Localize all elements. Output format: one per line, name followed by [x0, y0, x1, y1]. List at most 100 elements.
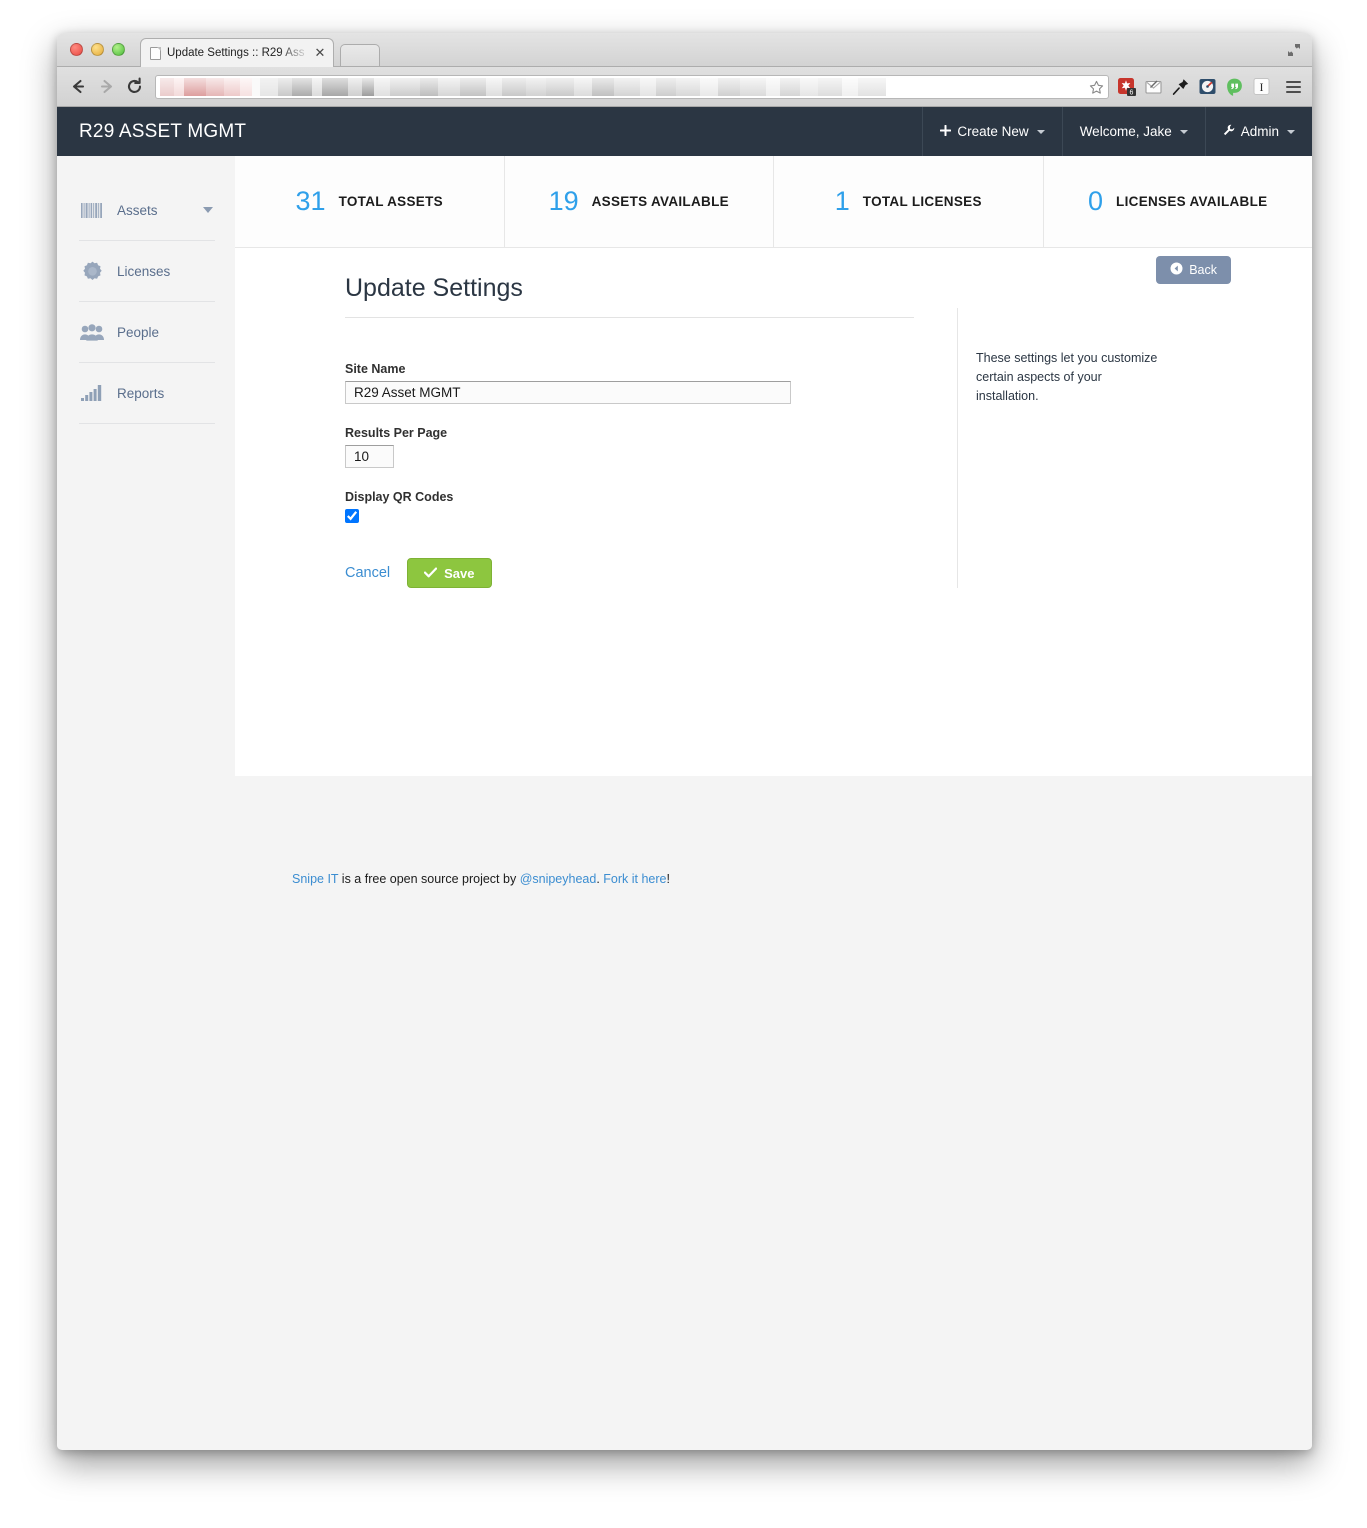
stat-licenses-available-value: 0	[1088, 186, 1104, 216]
barcode-icon	[79, 202, 105, 218]
form-actions: Cancel Save	[345, 558, 957, 588]
sidebar-item-assets[interactable]: Assets	[79, 180, 215, 241]
title-divider	[345, 317, 914, 318]
close-window-button[interactable]	[70, 43, 83, 56]
address-bar[interactable]	[155, 74, 1109, 99]
footer-text-1: is a free open source project by	[338, 872, 520, 886]
browser-titlebar: Update Settings :: R29 Ass ✕	[57, 33, 1312, 67]
browser-forward-icon[interactable]	[93, 74, 119, 100]
bookmark-star-icon[interactable]	[1086, 78, 1106, 98]
footer-text-3: !	[666, 872, 670, 886]
nav-user-menu-label: Welcome, Jake	[1079, 124, 1172, 139]
site-name-label: Site Name	[345, 362, 406, 376]
speedtest-extension-icon[interactable]	[1198, 77, 1218, 97]
stat-assets-available[interactable]: 19 ASSETS AVAILABLE	[505, 156, 774, 247]
stat-total-licenses-label: TOTAL LICENSES	[862, 194, 982, 209]
page-body: Assets Licenses People Reports 31 TOTAL …	[57, 156, 1312, 886]
stats-bar: 31 TOTAL ASSETS 19 ASSETS AVAILABLE 1 TO…	[235, 156, 1312, 248]
plus-icon	[940, 124, 952, 139]
sidebar-item-people-label: People	[117, 324, 160, 340]
window-traffic-lights	[70, 43, 125, 56]
save-button[interactable]: Save	[407, 558, 492, 588]
browser-tab[interactable]: Update Settings :: R29 Ass ✕	[140, 38, 334, 67]
wrench-icon	[1223, 124, 1235, 139]
chevron-down-icon[interactable]	[203, 207, 213, 213]
app-navbar: R29 ASSET MGMT Create New Welcome, Jake	[57, 107, 1312, 156]
sidebar-item-assets-label: Assets	[117, 202, 158, 218]
app-brand[interactable]: R29 ASSET MGMT	[57, 107, 922, 156]
browser-back-icon[interactable]	[65, 74, 91, 100]
adblock-extension-icon[interactable]: 6	[1117, 77, 1137, 97]
results-per-page-input[interactable]	[345, 445, 394, 468]
chevron-down-icon	[1179, 129, 1188, 134]
new-tab-button[interactable]	[340, 44, 380, 66]
settings-help-text: These settings let you customize certain…	[976, 350, 1158, 404]
display-qr-codes-checkbox[interactable]	[345, 509, 359, 523]
bar-chart-icon	[79, 385, 105, 401]
content-column: 31 TOTAL ASSETS 19 ASSETS AVAILABLE 1 TO…	[235, 156, 1312, 886]
footer-link-snipe-it[interactable]: Snipe IT	[292, 872, 338, 886]
nav-user-menu[interactable]: Welcome, Jake	[1061, 107, 1205, 156]
page-title: Update Settings	[345, 274, 523, 302]
cancel-link[interactable]: Cancel	[345, 565, 390, 581]
people-group-icon	[79, 323, 105, 341]
extension-icons: 6 I	[1117, 77, 1274, 97]
browser-menu-icon[interactable]	[1282, 76, 1304, 98]
browser-window: Update Settings :: R29 Ass ✕ 6 I R29 ASS…	[57, 33, 1312, 1450]
field-display-qr-codes: Display QR Codes	[345, 490, 957, 528]
results-per-page-label: Results Per Page	[345, 426, 448, 440]
arrow-left-circle-icon	[1170, 262, 1183, 278]
stat-assets-available-label: ASSETS AVAILABLE	[591, 194, 729, 209]
back-button[interactable]: Back	[1156, 256, 1231, 284]
stat-licenses-available-label: LICENSES AVAILABLE	[1116, 194, 1268, 209]
site-name-input[interactable]	[345, 381, 791, 404]
field-site-name: Site Name	[345, 362, 957, 404]
instapaper-extension-icon[interactable]: I	[1252, 77, 1272, 97]
nav-create-new[interactable]: Create New	[922, 107, 1061, 156]
hangouts-extension-icon[interactable]	[1225, 77, 1245, 97]
certificate-icon	[79, 261, 105, 282]
check-icon	[424, 566, 438, 581]
close-tab-icon[interactable]: ✕	[313, 46, 327, 60]
pushpin-extension-icon[interactable]	[1171, 77, 1191, 97]
footer-link-snipeyhead[interactable]: @snipeyhead	[520, 872, 597, 886]
footer-link-fork[interactable]: Fork it here	[603, 872, 666, 886]
sidebar-item-reports-label: Reports	[117, 385, 165, 401]
display-qr-codes-label: Display QR Codes	[345, 490, 454, 504]
settings-card: Back Update Settings Site Name Results	[235, 248, 1312, 776]
browser-reload-icon[interactable]	[121, 74, 147, 100]
stat-total-licenses-value: 1	[834, 186, 850, 216]
nav-create-new-label: Create New	[957, 124, 1029, 139]
sidebar-item-licenses[interactable]: Licenses	[79, 241, 215, 302]
stat-licenses-available[interactable]: 0 LICENSES AVAILABLE	[1044, 156, 1313, 247]
browser-tab-title: Update Settings :: R29 Ass	[167, 47, 305, 59]
page-footer: Snipe IT is a free open source project b…	[235, 776, 1312, 886]
sidebar-item-people[interactable]: People	[79, 302, 215, 363]
settings-form: Update Settings Site Name Results Per Pa…	[235, 274, 957, 588]
stat-total-assets-value: 31	[295, 186, 326, 216]
chevron-down-icon	[1036, 129, 1045, 134]
sidebar-item-licenses-label: Licenses	[117, 263, 171, 279]
stat-assets-available-value: 19	[548, 186, 579, 216]
browser-toolbar: 6 I	[57, 67, 1312, 107]
redacted-url	[156, 76, 886, 98]
settings-form-area: Update Settings Site Name Results Per Pa…	[235, 248, 1312, 588]
save-button-label: Save	[444, 565, 475, 581]
nav-admin-menu[interactable]: Admin	[1204, 107, 1312, 156]
field-results-per-page: Results Per Page	[345, 426, 957, 468]
back-button-label: Back	[1189, 263, 1217, 277]
stat-total-assets[interactable]: 31 TOTAL ASSETS	[235, 156, 505, 247]
stat-total-assets-label: TOTAL ASSETS	[338, 194, 443, 209]
chevron-down-icon	[1287, 129, 1295, 134]
minimize-window-button[interactable]	[91, 43, 104, 56]
settings-help-panel: These settings let you customize certain…	[957, 308, 1312, 588]
app-nav: Create New Welcome, Jake Admin	[922, 107, 1312, 156]
sidebar-item-reports[interactable]: Reports	[79, 363, 215, 424]
zoom-window-button[interactable]	[112, 43, 125, 56]
notes-extension-icon[interactable]	[1144, 77, 1164, 97]
fullscreen-icon[interactable]	[1284, 40, 1304, 60]
extension-badge-count: 6	[1130, 89, 1134, 96]
stat-total-licenses[interactable]: 1 TOTAL LICENSES	[774, 156, 1044, 247]
extension-letter: I	[1260, 80, 1264, 94]
nav-admin-menu-label: Admin	[1240, 124, 1279, 139]
